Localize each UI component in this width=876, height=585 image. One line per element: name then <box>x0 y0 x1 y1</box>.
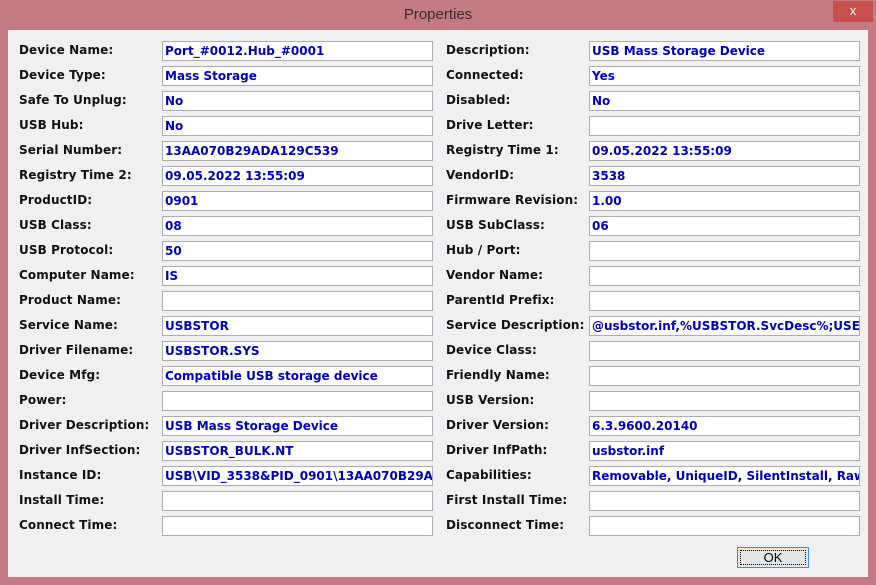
ok-button[interactable]: OK <box>737 547 809 568</box>
registry-time-1-field[interactable]: 09.05.2022 13:55:09 <box>589 141 860 161</box>
property-label: USB Hub: <box>19 118 84 132</box>
connected-field[interactable]: Yes <box>589 66 860 86</box>
property-label: Install Time: <box>19 493 105 507</box>
disconnect-time-field[interactable] <box>589 516 860 536</box>
property-label: Service Name: <box>19 318 118 332</box>
friendly-name-field[interactable] <box>589 366 860 386</box>
property-label: Friendly Name: <box>446 368 550 382</box>
service-name-field[interactable]: USBSTOR <box>162 316 433 336</box>
product-name-field[interactable] <box>162 291 433 311</box>
property-label: Product Name: <box>19 293 121 307</box>
usb-hub-field[interactable]: No <box>162 116 433 136</box>
usb-subclass-field[interactable]: 06 <box>589 216 860 236</box>
property-label: USB Class: <box>19 218 92 232</box>
property-label: Device Mfg: <box>19 368 101 382</box>
property-label: Disabled: <box>446 93 511 107</box>
property-label: Drive Letter: <box>446 118 534 132</box>
safe-to-unplug-field[interactable]: No <box>162 91 433 111</box>
drive-letter-field[interactable] <box>589 116 860 136</box>
capabilities-field[interactable]: Removable, UniqueID, SilentInstall, Raw <box>589 466 860 486</box>
hub-port-field[interactable] <box>589 241 860 261</box>
device-class-field[interactable] <box>589 341 860 361</box>
usb-class-field[interactable]: 08 <box>162 216 433 236</box>
close-button[interactable]: x <box>833 1 873 22</box>
computer-name-field[interactable]: IS <box>162 266 433 286</box>
install-time-field[interactable] <box>162 491 433 511</box>
productid-field[interactable]: 0901 <box>162 191 433 211</box>
property-label: Registry Time 1: <box>446 143 559 157</box>
property-label: Serial Number: <box>19 143 123 157</box>
first-install-time-field[interactable] <box>589 491 860 511</box>
property-label: Power: <box>19 393 67 407</box>
property-label: Registry Time 2: <box>19 168 132 182</box>
property-label: USB Version: <box>446 393 535 407</box>
property-label: USB Protocol: <box>19 243 114 257</box>
service-description-field[interactable]: @usbstor.inf,%USBSTOR.SvcDesc%;USE <box>589 316 860 336</box>
firmware-revision-field[interactable]: 1.00 <box>589 191 860 211</box>
property-label: Instance ID: <box>19 468 102 482</box>
driver-description-field[interactable]: USB Mass Storage Device <box>162 416 433 436</box>
vendor-name-field[interactable] <box>589 266 860 286</box>
description-field[interactable]: USB Mass Storage Device <box>589 41 860 61</box>
property-label: Connected: <box>446 68 524 82</box>
instance-id-field[interactable]: USB\VID_3538&PID_0901\13AA070B29AI <box>162 466 433 486</box>
property-label: Device Name: <box>19 43 114 57</box>
property-label: ParentId Prefix: <box>446 293 555 307</box>
property-label: Disconnect Time: <box>446 518 565 532</box>
property-label: Vendor Name: <box>446 268 544 282</box>
device-mfg-field[interactable]: Compatible USB storage device <box>162 366 433 386</box>
device-type-field[interactable]: Mass Storage <box>162 66 433 86</box>
registry-time-2-field[interactable]: 09.05.2022 13:55:09 <box>162 166 433 186</box>
property-label: ProductID: <box>19 193 93 207</box>
property-label: Firmware Revision: <box>446 193 579 207</box>
device-name-field[interactable]: Port_#0012.Hub_#0001 <box>162 41 433 61</box>
property-label: Description: <box>446 43 530 57</box>
property-label: USB SubClass: <box>446 218 545 232</box>
driver-infsection-field[interactable]: USBSTOR_BULK.NT <box>162 441 433 461</box>
property-label: VendorID: <box>446 168 515 182</box>
property-label: Driver Description: <box>19 418 150 432</box>
usb-protocol-field[interactable]: 50 <box>162 241 433 261</box>
property-label: Connect Time: <box>19 518 118 532</box>
connect-time-field[interactable] <box>162 516 433 536</box>
driver-filename-field[interactable]: USBSTOR.SYS <box>162 341 433 361</box>
power-field[interactable] <box>162 391 433 411</box>
disabled-field[interactable]: No <box>589 91 860 111</box>
serial-number-field[interactable]: 13AA070B29ADA129C539 <box>162 141 433 161</box>
properties-panel: OK Device Name: Port_#0012.Hub_#0001 Devic… <box>8 30 868 577</box>
parentid-prefix-field[interactable] <box>589 291 860 311</box>
property-label: First Install Time: <box>446 493 568 507</box>
property-label: Driver InfSection: <box>19 443 141 457</box>
property-label: Device Class: <box>446 343 537 357</box>
property-label: Hub / Port: <box>446 243 521 257</box>
property-label: Device Type: <box>19 68 106 82</box>
property-label: Computer Name: <box>19 268 135 282</box>
window-title: Properties <box>403 6 473 23</box>
property-label: Driver Version: <box>446 418 550 432</box>
property-label: Service Description: <box>446 318 585 332</box>
property-label: Driver InfPath: <box>446 443 548 457</box>
property-label: Capabilities: <box>446 468 532 482</box>
driver-version-field[interactable]: 6.3.9600.20140 <box>589 416 860 436</box>
title-bar[interactable]: Properties x <box>0 0 876 30</box>
usb-version-field[interactable] <box>589 391 860 411</box>
driver-infpath-field[interactable]: usbstor.inf <box>589 441 860 461</box>
vendorid-field[interactable]: 3538 <box>589 166 860 186</box>
property-label: Driver Filename: <box>19 343 134 357</box>
property-label: Safe To Unplug: <box>19 93 127 107</box>
